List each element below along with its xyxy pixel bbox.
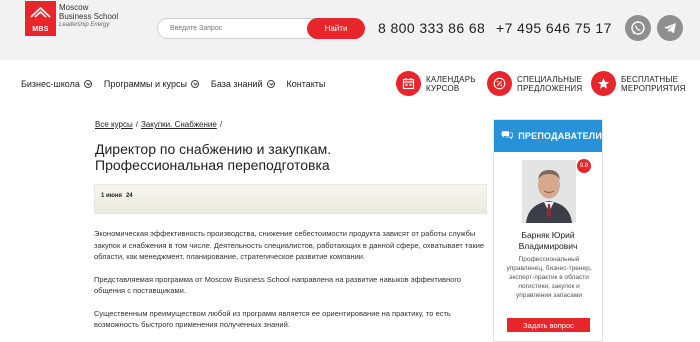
teachers-card-header: ПРЕПОДАВАТЕЛИ [494, 120, 602, 152]
quick-link-label: СПЕЦИАЛЬНЫЕ ПРЕДЛОЖЕНИЯ [517, 75, 582, 93]
teachers-card: ПРЕПОДАВАТЕЛИ 9.8 Барняк Юрий Владимиров… [493, 119, 603, 342]
course-date-bar: 1 июня 24 [94, 184, 487, 214]
nav-item-knowledge-base[interactable]: База знаний [211, 79, 275, 89]
chat-icon [501, 131, 513, 140]
course-date-start: 1 июня [101, 193, 122, 199]
star-icon [591, 71, 616, 96]
description-paragraph: Существенным преимуществом любой из прог… [94, 308, 451, 330]
phone-1[interactable]: 8 800 333 86 68 [378, 20, 485, 36]
search-input[interactable] [157, 18, 317, 39]
logo-text: Moscow Business School Leadership Energy [59, 3, 118, 30]
breadcrumb: Все курсы / Закупки. Снабжение / [95, 120, 225, 129]
phone-2[interactable]: +7 495 646 75 17 [496, 20, 612, 36]
teacher-name-line-2: Владимирович [518, 241, 578, 251]
logo-line-1: Moscow [59, 3, 89, 12]
breadcrumb-item-all-courses[interactable]: Все курсы [95, 120, 133, 129]
nav-item-label: Бизнес-школа [21, 79, 80, 89]
nav-item-business-school[interactable]: Бизнес-школа [21, 79, 92, 89]
quick-link-line-1: КАЛЕНДАРЬ [426, 74, 476, 84]
search-form: Найти [157, 18, 367, 39]
description-paragraph: Экономическая эффективность производства… [94, 229, 485, 261]
quick-link-line-1: СПЕЦИАЛЬНЫЕ [517, 74, 582, 84]
ask-question-button[interactable]: Задать вопрос [507, 318, 590, 332]
chevron-down-icon [266, 80, 275, 88]
logo-tagline: Leadership Energy [59, 22, 110, 28]
nav-item-contacts[interactable]: Контакты [287, 79, 326, 89]
logo-mark: MBS [25, 1, 56, 36]
chevron-down-icon [190, 80, 199, 88]
breadcrumb-item-procurement[interactable]: Закупки. Снабжение [141, 120, 217, 129]
quick-link-special-offers[interactable]: СПЕЦИАЛЬНЫЕ ПРЕДЛОЖЕНИЯ [487, 71, 582, 96]
quick-link-calendar[interactable]: КАЛЕНДАРЬ КУРСОВ [396, 71, 476, 96]
quick-link-line-2: МЕРОПРИЯТИЯ [621, 83, 686, 93]
course-description: Экономическая эффективность производства… [94, 228, 494, 342]
quick-link-line-2: КУРСОВ [426, 83, 460, 93]
quick-link-label: КАЛЕНДАРЬ КУРСОВ [426, 75, 476, 93]
course-date: 1 июня 24 [101, 193, 133, 199]
percent-icon [487, 71, 512, 96]
teachers-card-title: ПРЕПОДАВАТЕЛИ [518, 131, 602, 141]
page-title: Директор по снабжению и закупкам. Профес… [95, 141, 425, 173]
page-title-line-1: Директор по снабжению и закупкам. [95, 141, 332, 157]
nav-item-programs[interactable]: Программы и курсы [104, 79, 199, 89]
main-nav: Бизнес-школа Программы и курсы База знан… [21, 79, 337, 89]
teacher-name-line-1: Барняк Юрий [521, 230, 575, 240]
logo[interactable]: MBS Moscow Business School Leadership En… [25, 1, 118, 36]
quick-link-line-2: ПРЕДЛОЖЕНИЯ [517, 83, 583, 93]
logo-abbr: MBS [32, 26, 49, 33]
teacher-rating-badge: 9.8 [577, 159, 591, 173]
quick-link-free-events[interactable]: БЕСПЛАТНЫЕ МЕРОПРИЯТИЯ [591, 71, 686, 96]
quick-link-label: БЕСПЛАТНЫЕ МЕРОПРИЯТИЯ [621, 75, 686, 93]
teacher-description: Профессиональный управленец, бизнес-трен… [506, 256, 592, 299]
search-button[interactable]: Найти [307, 18, 365, 39]
teacher-name[interactable]: Барняк Юрий Владимирович [498, 230, 598, 252]
page-title-line-2: Профессиональная переподготовка [95, 157, 330, 173]
teacher-photo[interactable] [522, 160, 576, 223]
chevron-down-icon [83, 80, 92, 88]
nav-item-label: Программы и курсы [103, 79, 187, 89]
nav-item-label: База знаний [210, 79, 263, 89]
top-bar: MBS Moscow Business School Leadership En… [0, 0, 700, 60]
description-paragraph: Представляемая программа от Moscow Busin… [94, 274, 462, 296]
whatsapp-icon[interactable] [625, 15, 651, 41]
nav-item-label: Контакты [286, 79, 326, 89]
logo-roof-icon [30, 6, 51, 18]
telegram-icon[interactable] [657, 15, 683, 41]
course-date-extra: 24 [125, 193, 133, 199]
breadcrumb-separator: / [219, 120, 223, 129]
logo-line-2: Business School [59, 12, 119, 21]
calendar-icon [396, 71, 421, 96]
breadcrumb-separator: / [135, 120, 138, 129]
quick-link-line-1: БЕСПЛАТНЫЕ [621, 74, 679, 84]
